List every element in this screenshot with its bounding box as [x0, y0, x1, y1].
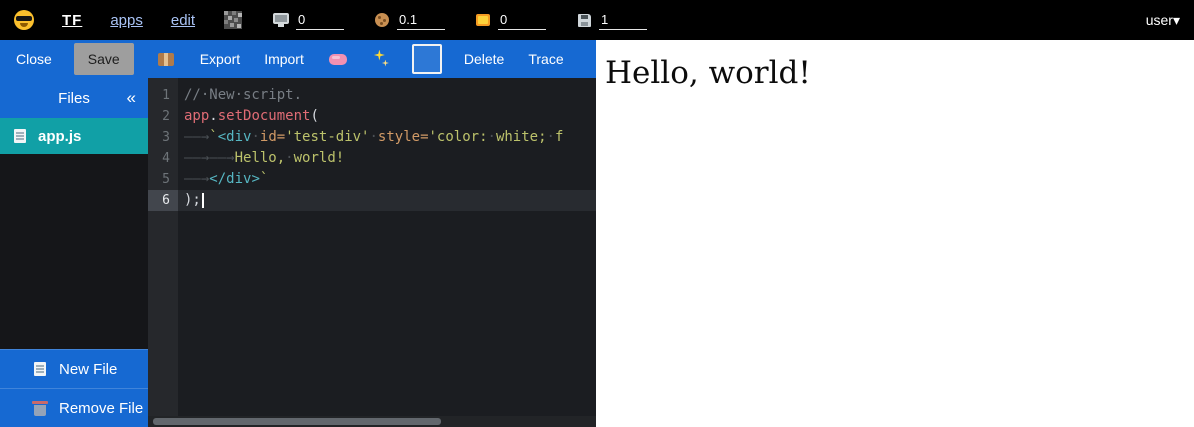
new-file-button[interactable]: New File: [0, 349, 148, 388]
trash-icon: [30, 398, 50, 418]
line-number: 5: [148, 169, 178, 190]
counter-monitor: [271, 10, 344, 30]
line-number: 2: [148, 106, 178, 127]
delete-button[interactable]: Delete: [462, 47, 506, 71]
counter-ledger: [473, 10, 546, 30]
line-number: 1: [148, 85, 178, 106]
monitor-count-input[interactable]: [296, 10, 344, 30]
files-header: Files «: [0, 78, 148, 118]
workspace: Files « app.js New File Remove File: [0, 78, 596, 427]
files-header-label: Files: [58, 90, 90, 107]
code-line-2[interactable]: 2app.setDocument(: [148, 106, 596, 127]
line-number: 4: [148, 148, 178, 169]
file-document-icon: [10, 126, 30, 146]
trace-button[interactable]: Trace: [526, 47, 565, 71]
import-button[interactable]: Import: [262, 47, 306, 71]
blank-swatch-button[interactable]: [412, 44, 442, 74]
file-list-empty-area: [0, 154, 148, 349]
code-line-4[interactable]: 4——→——→Hello,·world!: [148, 148, 596, 169]
horizontal-scrollbar-track[interactable]: [148, 416, 596, 427]
remove-file-button[interactable]: Remove File: [0, 388, 148, 427]
new-file-icon: [30, 359, 50, 379]
cookie-icon: [372, 10, 392, 30]
save-count-input[interactable]: [599, 10, 647, 30]
package-button[interactable]: [154, 45, 178, 73]
code-line-6[interactable]: 6);: [148, 190, 596, 211]
floppy-disk-icon: [574, 10, 594, 30]
horizontal-scrollbar-thumb[interactable]: [153, 418, 441, 425]
main-area: Close Save Export Import Delete Trace Fi…: [0, 40, 1194, 427]
code-editor[interactable]: 1//·New·script.2app.setDocument(3——→`<di…: [148, 78, 596, 427]
sparkles-button[interactable]: [370, 45, 392, 74]
counter-floppy: [574, 10, 647, 30]
pixel-art-icon[interactable]: [223, 10, 243, 30]
remove-file-label: Remove File: [59, 400, 143, 417]
soap-button[interactable]: [326, 45, 350, 73]
apps-link[interactable]: apps: [110, 12, 143, 29]
counter-cookie: [372, 10, 445, 30]
files-sidebar: Files « app.js New File Remove File: [0, 78, 148, 427]
soap-icon: [328, 49, 348, 69]
code-area[interactable]: 1//·New·script.2app.setDocument(3——→`<di…: [148, 78, 596, 211]
editor-toolbar: Close Save Export Import Delete Trace: [0, 40, 596, 78]
file-item-label: app.js: [38, 128, 81, 145]
line-number: 3: [148, 127, 178, 148]
preview-hello-text: Hello, world!: [605, 55, 1194, 91]
brand-link-tf[interactable]: TF: [62, 12, 82, 29]
edit-link[interactable]: edit: [171, 12, 195, 29]
sparkles-icon: [372, 49, 390, 67]
code-line-3[interactable]: 3——→`<div·id='test-div'·style='color:·wh…: [148, 127, 596, 148]
cookie-count-input[interactable]: [397, 10, 445, 30]
package-box-icon: [156, 49, 176, 69]
code-line-5[interactable]: 5——→</div>`: [148, 169, 596, 190]
ledger-count-input[interactable]: [498, 10, 546, 30]
line-number: 6: [148, 190, 178, 211]
top-bar: TF apps edit user▾: [0, 0, 1194, 40]
sunglasses-face-icon: [14, 10, 34, 30]
new-file-label: New File: [59, 361, 117, 378]
export-button[interactable]: Export: [198, 47, 242, 71]
ledger-icon: [473, 10, 493, 30]
save-button[interactable]: Save: [74, 43, 134, 75]
editor-panel: Close Save Export Import Delete Trace Fi…: [0, 40, 596, 427]
close-button[interactable]: Close: [14, 47, 54, 71]
monitor-icon: [271, 10, 291, 30]
document-preview: Hello, world!: [596, 40, 1194, 427]
code-line-1[interactable]: 1//·New·script.: [148, 85, 596, 106]
text-cursor: [202, 193, 204, 208]
file-item-appjs[interactable]: app.js: [0, 118, 148, 154]
collapse-sidebar-button[interactable]: «: [127, 88, 136, 108]
user-menu[interactable]: user▾: [1146, 12, 1180, 29]
